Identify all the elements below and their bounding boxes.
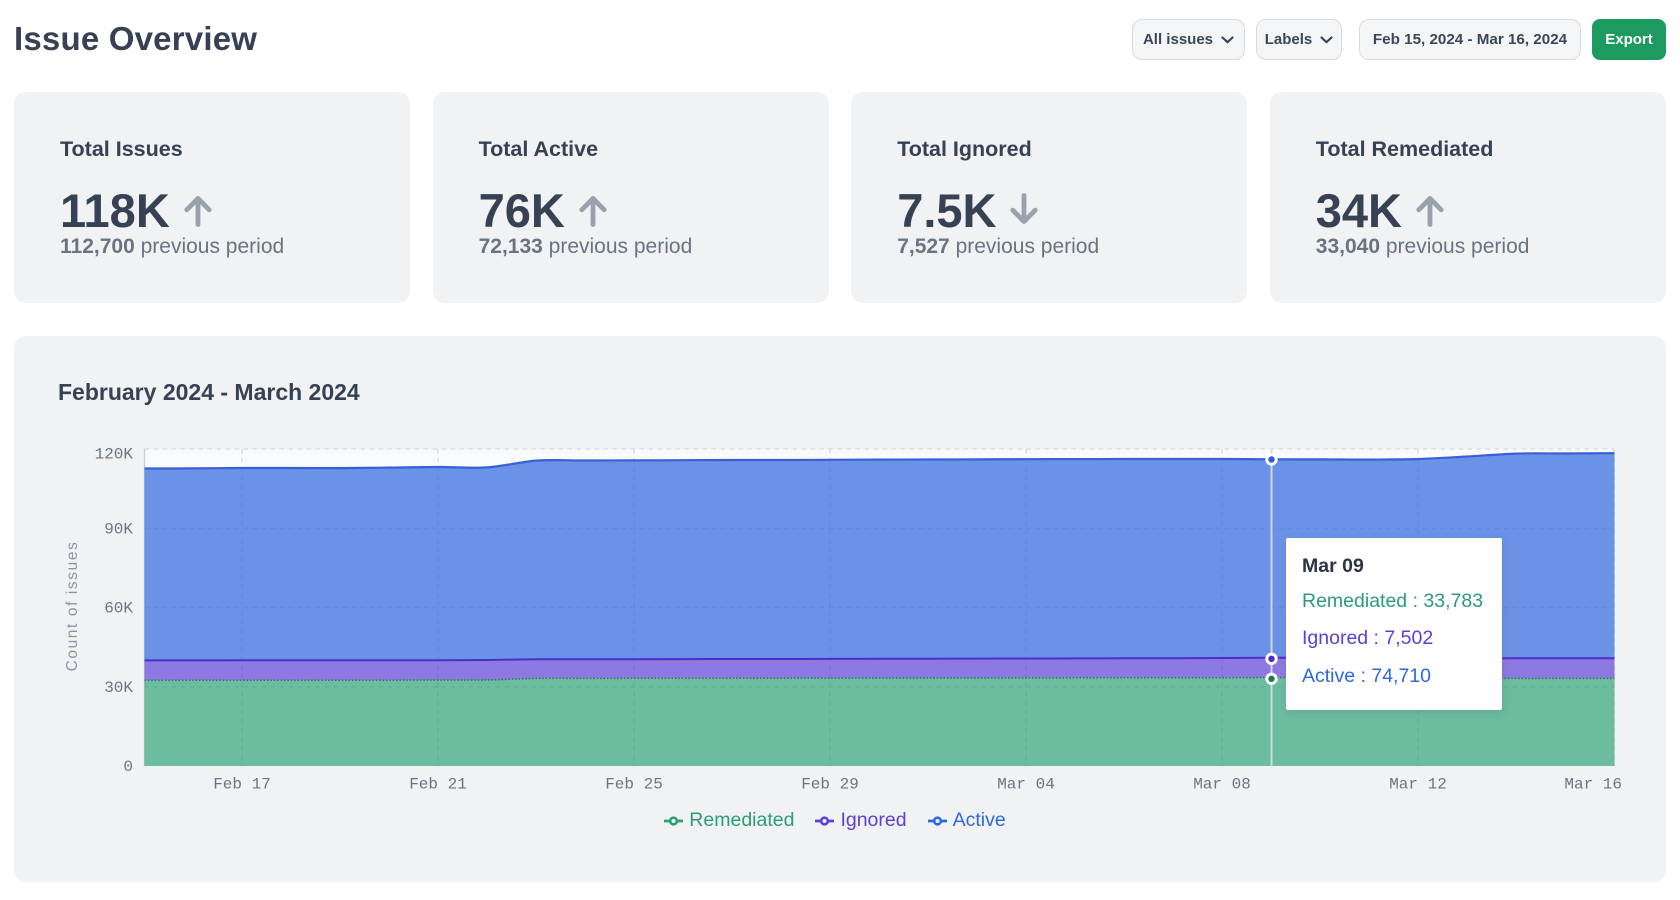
- svg-text:Mar 12: Mar 12: [1389, 776, 1447, 794]
- svg-text:120K: 120K: [95, 446, 134, 464]
- svg-text:Mar 16: Mar 16: [1564, 776, 1622, 794]
- svg-text:Feb 17: Feb 17: [213, 776, 271, 794]
- svg-text:Feb 29: Feb 29: [801, 776, 859, 794]
- svg-text:Mar 04: Mar 04: [997, 776, 1055, 794]
- svg-text:Count of issues: Count of issues: [64, 541, 81, 672]
- svg-text:Feb 21: Feb 21: [409, 776, 467, 794]
- svg-text:Feb 25: Feb 25: [605, 776, 663, 794]
- svg-text:0: 0: [123, 758, 133, 776]
- svg-text:60K: 60K: [104, 600, 133, 618]
- svg-text:90K: 90K: [104, 521, 133, 539]
- svg-text:Mar 08: Mar 08: [1193, 776, 1251, 794]
- svg-text:30K: 30K: [104, 679, 133, 697]
